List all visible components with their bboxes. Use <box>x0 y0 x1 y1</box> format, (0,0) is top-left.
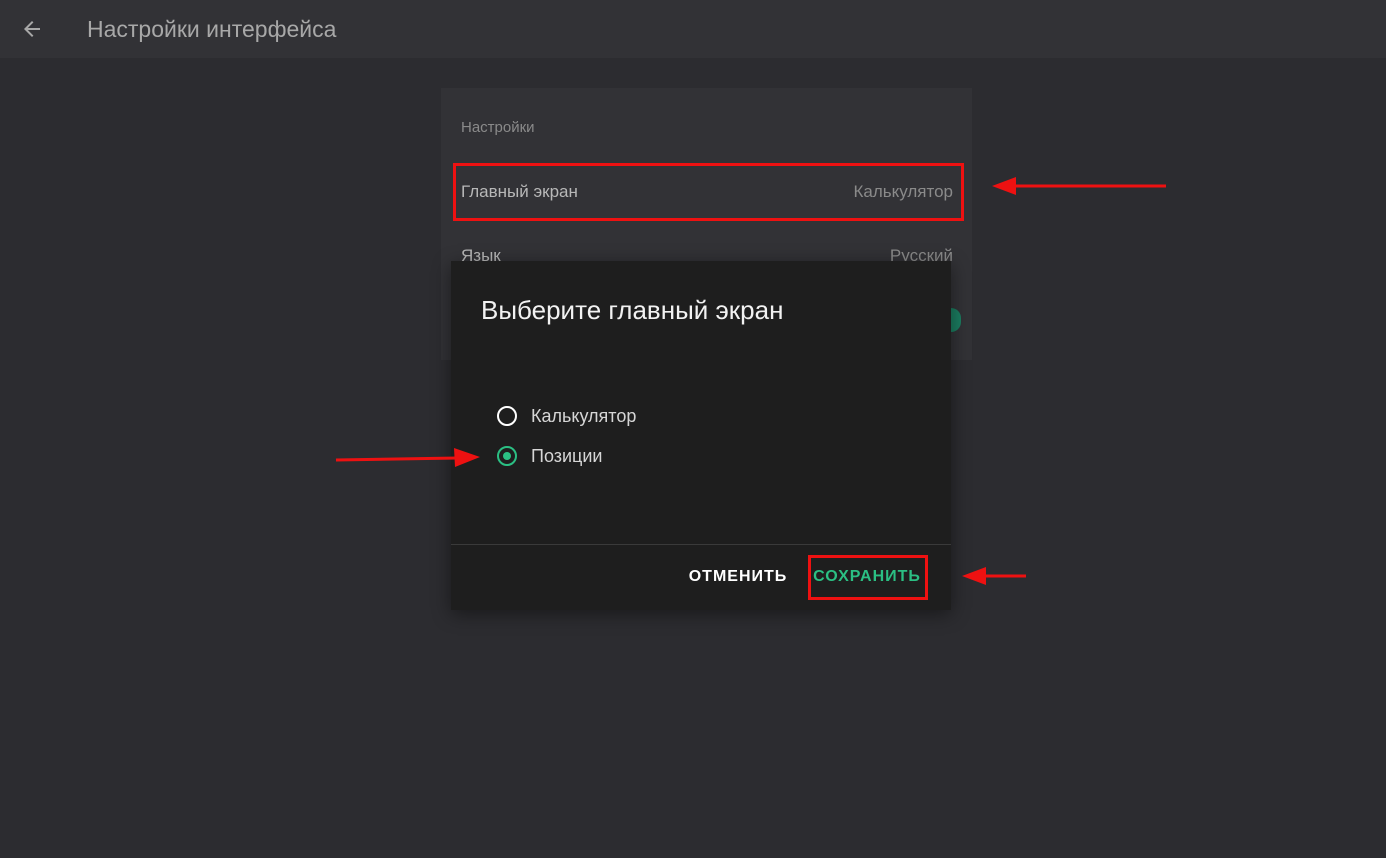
option-calculator[interactable]: Калькулятор <box>497 401 636 431</box>
dialog-divider <box>451 544 951 545</box>
annotation-arrow-icon <box>962 567 1026 585</box>
dialog-title: Выберите главный экран <box>481 295 784 325</box>
option-positions[interactable]: Позиции <box>497 441 602 471</box>
annotation-arrow-icon <box>992 177 1166 195</box>
highlight-box-save <box>808 555 928 600</box>
back-button[interactable] <box>16 14 48 44</box>
top-app-bar: Настройки интерфейса <box>0 0 1386 58</box>
radio-button-checked[interactable] <box>497 446 517 466</box>
highlight-box-home-screen <box>453 163 964 221</box>
annotation-arrow-icon <box>335 448 480 467</box>
radio-button-unchecked[interactable] <box>497 406 517 426</box>
option-label: Позиции <box>531 445 603 466</box>
arrow-left-icon <box>24 21 40 37</box>
option-label: Калькулятор <box>531 405 637 426</box>
page-title: Настройки интерфейса <box>87 16 337 42</box>
cancel-button[interactable]: ОТМЕНИТЬ <box>683 557 793 597</box>
section-label: Настройки <box>461 119 535 136</box>
